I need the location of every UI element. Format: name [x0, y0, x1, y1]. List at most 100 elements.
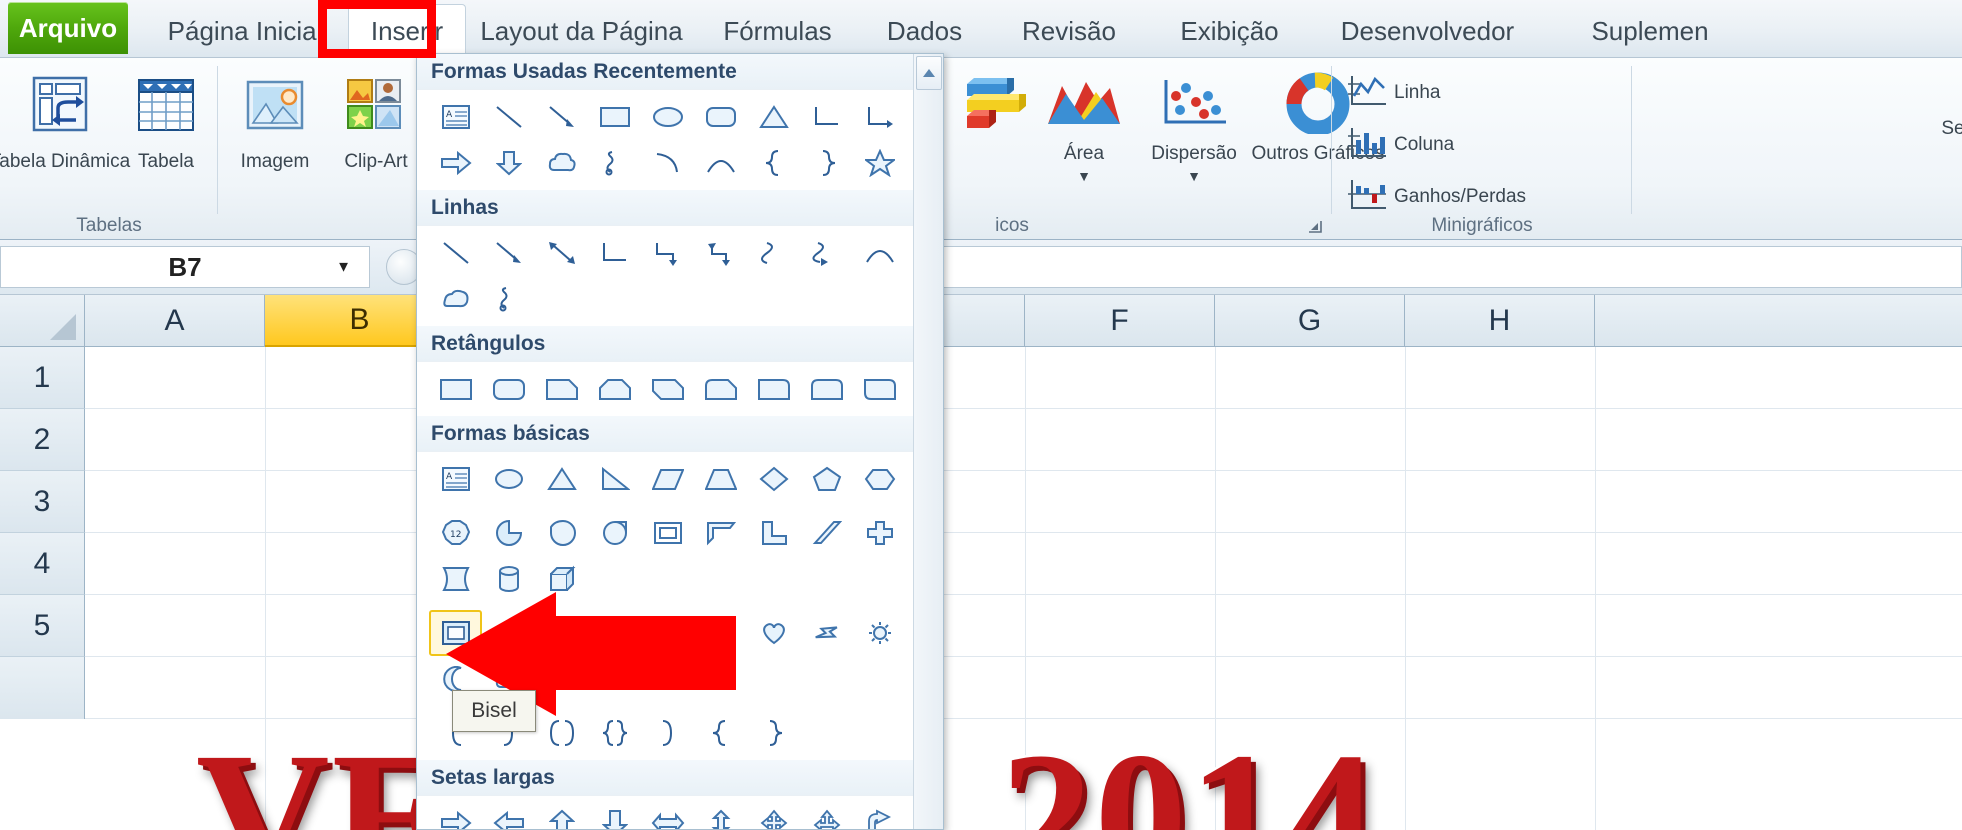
row-header-5[interactable]: 5: [0, 595, 85, 657]
shape-pentagon[interactable]: [800, 456, 853, 502]
column-header-f[interactable]: F: [1025, 295, 1215, 347]
row-header-6[interactable]: [0, 657, 85, 719]
row-header-4[interactable]: 4: [0, 533, 85, 595]
shape-right-triangle[interactable]: [588, 456, 641, 502]
shape-bent-arrow[interactable]: [853, 800, 906, 829]
shape-right-brace[interactable]: [747, 710, 800, 756]
shape-teardrop[interactable]: [588, 510, 641, 556]
shape-curve[interactable]: [641, 140, 694, 186]
shape-right-arrow[interactable]: [429, 800, 482, 829]
ribbon-button-minigrafico-coluna[interactable]: Coluna: [1346, 124, 1454, 165]
shape-diamond[interactable]: [747, 456, 800, 502]
column-header-g[interactable]: G: [1215, 295, 1405, 347]
select-all-corner[interactable]: [0, 295, 85, 347]
row-header-2[interactable]: 2: [0, 409, 85, 471]
row-header-3[interactable]: 3: [0, 471, 85, 533]
ribbon-button-dispersao-grafico[interactable]: Dispersão ▼: [1130, 72, 1258, 184]
shape-round-diagonal-corner[interactable]: [853, 366, 906, 412]
chevron-down-icon[interactable]: ▼: [1187, 168, 1201, 185]
shape-isosceles-triangle[interactable]: [747, 94, 800, 140]
shape-hexagon[interactable]: [853, 456, 906, 502]
shape-dodecagon[interactable]: 12: [429, 510, 482, 556]
shape-snip-and-round-single-corner[interactable]: [694, 366, 747, 412]
ribbon-tab-suplementos[interactable]: Suplemen: [1550, 4, 1750, 58]
column-header-a[interactable]: A: [85, 295, 265, 347]
shape-right-arrow[interactable]: [429, 140, 482, 186]
shape-cloud[interactable]: [535, 140, 588, 186]
shape-chord[interactable]: [535, 510, 588, 556]
shape-round-same-side-corner[interactable]: [800, 366, 853, 412]
shape-up-down-arrow[interactable]: [694, 800, 747, 829]
shape-snip-diagonal-corner[interactable]: [641, 366, 694, 412]
shape-line[interactable]: [429, 230, 482, 276]
ribbon-tab-arquivo[interactable]: Arquivo: [8, 2, 128, 54]
shape-freeform[interactable]: [429, 276, 482, 322]
shape-half-frame[interactable]: [694, 510, 747, 556]
shape-round-single-corner[interactable]: [747, 366, 800, 412]
shape-arc[interactable]: [853, 230, 906, 276]
ribbon-tab-exibicao[interactable]: Exibição: [1152, 4, 1307, 58]
shape-rounded-rectangle[interactable]: [694, 94, 747, 140]
shape-elbow-arrow-connector[interactable]: [853, 94, 906, 140]
ribbon-button-tabela[interactable]: Tabela: [120, 70, 212, 173]
shape-left-right-arrow[interactable]: [641, 800, 694, 829]
shape-diagonal-stripe[interactable]: [800, 510, 853, 556]
column-header-h[interactable]: H: [1405, 295, 1595, 347]
ribbon-tab-layout-da-pagina[interactable]: Layout da Página: [474, 4, 689, 58]
shape-text-box[interactable]: A: [429, 456, 482, 502]
shape-curved-connector[interactable]: [747, 230, 800, 276]
shape-rounded-rectangle[interactable]: [482, 366, 535, 412]
shape-pie[interactable]: [482, 510, 535, 556]
ribbon-button-minigrafico-ganhos-perdas[interactable]: Ganhos/Perdas: [1346, 176, 1526, 217]
ribbon-button-clip-art[interactable]: Clip-Art: [327, 70, 425, 173]
ribbon-tab-desenvolvedor[interactable]: Desenvolvedor: [1315, 4, 1540, 58]
ribbon-tab-formulas[interactable]: Fórmulas: [700, 4, 855, 58]
shape-oval[interactable]: [482, 456, 535, 502]
ribbon-button-barras-grafico[interactable]: [944, 72, 1044, 143]
shape-right-brace[interactable]: [800, 140, 853, 186]
ribbon-button-tabela-dinamica[interactable]: Tabela Dinâmica: [0, 70, 130, 173]
shape-elbow-arrow-connector[interactable]: [641, 230, 694, 276]
shape-snip-same-side-corner[interactable]: [588, 366, 641, 412]
shape-star-5-point[interactable]: [853, 140, 906, 186]
gallery-scrollbar[interactable]: [913, 54, 943, 829]
ribbon-button-segmentacao[interactable]: Se: [1893, 118, 1962, 139]
shape-left-brace[interactable]: [747, 140, 800, 186]
dialog-box-launcher[interactable]: [1306, 218, 1324, 236]
shape-scribble[interactable]: [588, 140, 641, 186]
shape-isosceles-triangle[interactable]: [535, 456, 588, 502]
shape-line-arrow[interactable]: [535, 94, 588, 140]
shape-line-arrow[interactable]: [482, 230, 535, 276]
shape-down-arrow[interactable]: [482, 140, 535, 186]
shape-down-arrow[interactable]: [588, 800, 641, 829]
worksheet-grid[interactable]: A B C D E F G H 1 2 3 4 5 VE 2014: [0, 295, 1962, 830]
ribbon-tab-dados[interactable]: Dados: [862, 4, 987, 58]
name-box[interactable]: B7 ▼: [0, 246, 370, 288]
shape-rectangle[interactable]: [429, 366, 482, 412]
shape-lightning-bolt[interactable]: [800, 610, 853, 656]
shape-heart[interactable]: [747, 610, 800, 656]
shape-rectangle[interactable]: [588, 94, 641, 140]
shape-text-box[interactable]: A: [429, 94, 482, 140]
scroll-up-arrow-icon[interactable]: [916, 56, 942, 90]
shape-elbow-double-arrow-connector[interactable]: [694, 230, 747, 276]
shape-elbow-connector[interactable]: [588, 230, 641, 276]
chevron-down-icon[interactable]: ▼: [1077, 168, 1091, 185]
shape-l-shape[interactable]: [747, 510, 800, 556]
shape-sun[interactable]: [853, 610, 906, 656]
ribbon-tab-revisao[interactable]: Revisão: [995, 4, 1143, 58]
ribbon-tab-pagina-inicial[interactable]: Página Inicial: [150, 4, 340, 58]
ribbon-button-area-grafico[interactable]: Área ▼: [1034, 72, 1134, 184]
shape-snip-single-corner[interactable]: [535, 366, 588, 412]
shape-scribble[interactable]: [482, 276, 535, 322]
shape-up-arrow[interactable]: [535, 800, 588, 829]
row-header-1[interactable]: 1: [0, 347, 85, 409]
shape-line[interactable]: [482, 94, 535, 140]
shape-frame[interactable]: [641, 510, 694, 556]
column-header-i[interactable]: [1595, 295, 1962, 347]
shape-line-double-arrow[interactable]: [535, 230, 588, 276]
shape-elbow-connector[interactable]: [800, 94, 853, 140]
shape-left-right-up-arrow[interactable]: [800, 800, 853, 829]
ribbon-tab-inserir[interactable]: Inserir: [348, 4, 466, 58]
ribbon-button-imagem[interactable]: Imagem: [229, 70, 321, 173]
